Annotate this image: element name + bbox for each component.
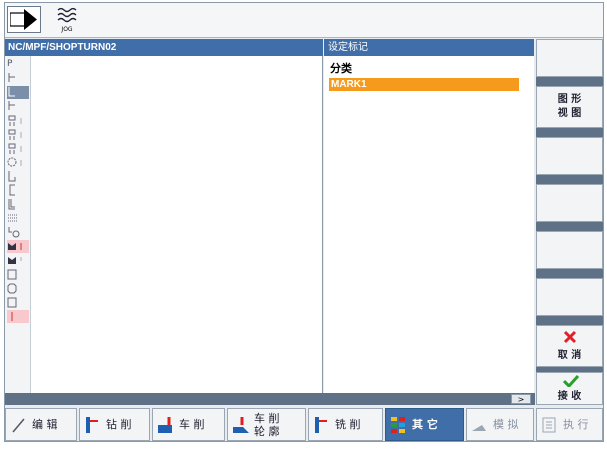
program-block-icon[interactable]: [7, 72, 29, 85]
vertical-softkey-3[interactable]: [536, 137, 603, 175]
jog-wave-icon: [57, 7, 77, 23]
program-path: NC/MPF/SHOPTURN02: [5, 39, 323, 56]
program-block-icon[interactable]: [7, 212, 29, 225]
hmi-window: JOG NC/MPF/SHOPTURN02 设定标记 P 分类 MARK1 > …: [4, 2, 604, 442]
program-block-icon[interactable]: [7, 114, 29, 127]
program-block-icon[interactable]: [7, 156, 29, 169]
execute-softkey[interactable]: 执 行: [536, 408, 603, 441]
misc-softkey[interactable]: 其 它: [385, 408, 464, 441]
contour-turn-softkey[interactable]: 车 削 轮 廓: [227, 408, 306, 441]
vertical-softkey-6[interactable]: [536, 278, 603, 316]
simulate-softkey[interactable]: 模 拟: [466, 408, 534, 441]
graphic-view-label: 图 形 视 图: [557, 94, 582, 119]
arrow-right-icon: [10, 9, 37, 30]
softkey-separator: [536, 175, 603, 184]
mill-icon: [315, 417, 327, 433]
category-label: 分类: [330, 62, 352, 75]
program-block-icon[interactable]: [7, 86, 29, 99]
program-block-icon[interactable]: [7, 296, 29, 309]
program-block-icon[interactable]: [7, 310, 29, 323]
program-block-icon[interactable]: [7, 100, 29, 113]
vertical-softkey-5[interactable]: [536, 231, 603, 269]
execute-label: 执 行: [563, 418, 589, 431]
softkey-separator: [536, 77, 603, 86]
turn-label: 车 削: [179, 418, 205, 431]
program-block-icon[interactable]: [7, 184, 29, 197]
cancel-label: 取 消: [557, 350, 582, 361]
accept-label: 接 收: [557, 391, 582, 402]
program-block-icon[interactable]: [7, 198, 29, 211]
jog-label: JOG: [61, 26, 73, 33]
vertical-softkey-4[interactable]: [536, 184, 603, 222]
mill-label: 铣 削: [335, 418, 361, 431]
set-mark-panel: 分类 MARK1: [324, 56, 534, 393]
mill-softkey[interactable]: 铣 削: [308, 408, 383, 441]
checkmark-icon: [563, 375, 579, 387]
program-block-icon[interactable]: [7, 240, 29, 253]
program-block-icon[interactable]: [7, 128, 29, 141]
turn-softkey[interactable]: 车 削: [152, 408, 225, 441]
mark-selection-item[interactable]: MARK1: [329, 78, 519, 91]
program-header-icon[interactable]: P: [7, 58, 29, 71]
horizontal-scrollbar[interactable]: [5, 393, 535, 405]
mode-button[interactable]: [7, 6, 41, 33]
accept-button[interactable]: 接 收: [536, 372, 603, 405]
contour-turn-icon: [233, 417, 249, 433]
program-editor[interactable]: P: [5, 56, 323, 393]
edit-icon: [12, 418, 25, 433]
misc-icon: [391, 417, 405, 433]
drill-label: 钻 削: [106, 418, 132, 431]
softkey-separator: [536, 222, 603, 231]
program-block-icon[interactable]: [7, 226, 29, 239]
softkey-separator: [536, 316, 603, 325]
edit-softkey[interactable]: 编 辑: [5, 408, 77, 441]
drill-softkey[interactable]: 钻 削: [79, 408, 150, 441]
misc-label: 其 它: [412, 418, 438, 431]
cancel-button[interactable]: 取 消: [536, 325, 603, 367]
close-icon: [563, 330, 577, 344]
program-icon-column: P: [5, 56, 31, 393]
softkey-separator: [536, 269, 603, 278]
edit-label: 编 辑: [32, 418, 58, 431]
scroll-right-button[interactable]: >: [511, 394, 531, 404]
jog-mode-indicator: JOG: [52, 6, 82, 33]
settings-title: 设定标记: [324, 39, 534, 56]
program-block-icon[interactable]: [7, 254, 29, 267]
turn-icon: [158, 417, 172, 433]
top-bar: JOG: [5, 3, 603, 38]
drill-icon: [86, 417, 98, 433]
program-block-icon[interactable]: [7, 142, 29, 155]
simulate-icon: [472, 425, 486, 431]
program-block-icon[interactable]: [7, 282, 29, 295]
simulate-label: 模 拟: [493, 418, 519, 431]
program-block-icon[interactable]: [7, 170, 29, 183]
graphic-view-button[interactable]: 图 形 视 图: [536, 86, 603, 128]
program-block-icon[interactable]: [7, 268, 29, 281]
execute-icon: [542, 417, 556, 433]
softkey-separator: [536, 128, 603, 137]
vertical-softkey-1[interactable]: [536, 39, 603, 77]
contour-turn-label: 车 削 轮 廓: [254, 412, 280, 438]
